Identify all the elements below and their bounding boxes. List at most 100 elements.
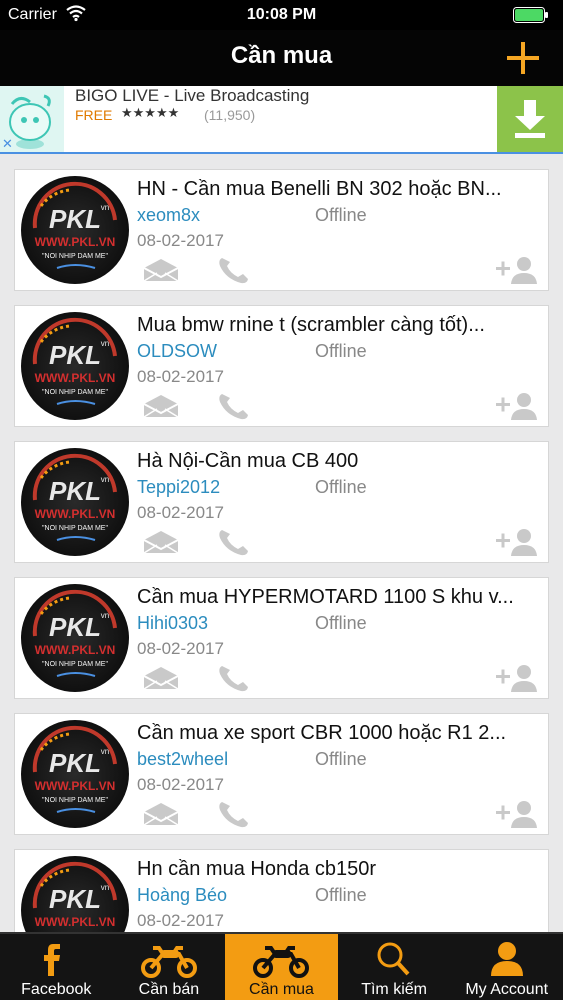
ad-title: BIGO LIVE - Live Broadcasting (75, 86, 310, 105)
post-date: 08-02-2017 (137, 367, 224, 386)
logo-site: WWW.PKL.VN (35, 235, 116, 249)
tab-label: Facebook (21, 981, 92, 998)
pkl-logo-icon: PKL vn WWW.PKL.VN "NOI NHIP DAM ME" (32, 725, 117, 813)
logo-site: WWW.PKL.VN (35, 779, 116, 793)
phone-icon[interactable] (217, 663, 251, 693)
post-date: 08-02-2017 (137, 503, 224, 522)
status-bar: Carrier 10:08 PM (0, 0, 563, 30)
add-friend-icon[interactable] (496, 664, 538, 692)
logo-slogan: "NOI NHIP DAM ME" (42, 661, 108, 668)
logo-site: WWW.PKL.VN (35, 915, 116, 929)
ad-rating-count: (11,950) (204, 107, 256, 123)
post-status: Offline (315, 477, 367, 497)
add-friend-icon[interactable] (496, 528, 538, 556)
tab-facebook[interactable]: Facebook (0, 934, 113, 1000)
avatar: PKL vn WWW.PKL.VN "NOI NHIP DAM ME" (21, 584, 129, 692)
facebook-icon (0, 940, 113, 978)
add-friend-icon[interactable] (496, 800, 538, 828)
page-title: Cần mua (230, 42, 333, 69)
avatar: PKL vn WWW.PKL.VN "NOI NHIP DAM ME" (21, 856, 129, 932)
logo-text: PKL (49, 340, 101, 370)
logo-slogan: "NOI NHIP DAM ME" (42, 525, 108, 532)
ad-rating-stars: ★★★★★ (121, 105, 180, 120)
logo-site: WWW.PKL.VN (35, 643, 116, 657)
pkl-logo-icon: PKL vn WWW.PKL.VN "NOI NHIP DAM ME" (32, 181, 117, 269)
mail-icon[interactable] (143, 530, 179, 554)
account-icon (450, 940, 563, 978)
post-username[interactable]: OLDSOW (137, 341, 217, 362)
ad-download-button[interactable] (497, 86, 563, 152)
search-icon (338, 940, 451, 978)
tab-cần-mua[interactable]: Cần mua (225, 934, 338, 1000)
add-post-button[interactable] (505, 40, 541, 76)
mail-icon[interactable] (143, 394, 179, 418)
post-status: Offline (315, 205, 367, 225)
nav-bar: Cần mua (0, 30, 563, 86)
mail-icon[interactable] (143, 258, 179, 282)
logo-text: PKL (49, 476, 101, 506)
add-friend-icon[interactable] (496, 392, 538, 420)
battery-icon (513, 7, 548, 23)
logo-text: PKL (49, 748, 101, 778)
logo-suffix: vn (101, 611, 109, 620)
logo-slogan: "NOI NHIP DAM ME" (42, 253, 108, 260)
mail-icon[interactable] (143, 666, 179, 690)
pkl-logo-icon: PKL vn WWW.PKL.VN "NOI NHIP DAM ME" (32, 317, 117, 405)
phone-icon[interactable] (217, 391, 251, 421)
post-username[interactable]: best2wheel (137, 749, 228, 770)
list-item[interactable]: PKL vn WWW.PKL.VN "NOI NHIP DAM ME" Hà N… (14, 441, 549, 563)
ad-price: FREE (75, 107, 113, 123)
tab-cần-bán[interactable]: Cần bán (113, 934, 226, 1000)
post-date: 08-02-2017 (137, 911, 224, 930)
post-username[interactable]: Hihi0303 (137, 613, 208, 634)
logo-site: WWW.PKL.VN (35, 371, 116, 385)
logo-text: PKL (49, 884, 101, 914)
post-title: HN - Cần mua Benelli BN 302 hoặc BN... (137, 178, 502, 200)
download-icon (515, 100, 545, 138)
ad-close-button[interactable]: ✕ (2, 136, 13, 152)
logo-suffix: vn (101, 475, 109, 484)
logo-suffix: vn (101, 883, 109, 892)
post-date: 08-02-2017 (137, 775, 224, 794)
ad-banner[interactable]: ✕ BIGO LIVE - Live Broadcasting FREE ★★★… (0, 86, 563, 154)
avatar: PKL vn WWW.PKL.VN "NOI NHIP DAM ME" (21, 448, 129, 556)
logo-slogan: "NOI NHIP DAM ME" (42, 797, 108, 804)
pkl-logo-icon: PKL vn WWW.PKL.VN "NOI NHIP DAM ME" (32, 861, 117, 929)
tab-tìm-kiếm[interactable]: Tìm kiếm (338, 934, 451, 1000)
tab-label: Tìm kiếm (361, 981, 427, 998)
post-title: Hà Nội-Cần mua CB 400 (137, 450, 359, 472)
tab-label: Cần mua (249, 981, 314, 998)
post-title: Hn cần mua Honda cb150r (137, 858, 377, 880)
post-status: Offline (315, 613, 367, 633)
clock: 10:08 PM (246, 6, 317, 23)
post-title: Cần mua HYPERMOTARD 1100 S khu v... (137, 586, 514, 608)
avatar: PKL vn WWW.PKL.VN "NOI NHIP DAM ME" (21, 312, 129, 420)
mail-icon[interactable] (143, 802, 179, 826)
list-item[interactable]: PKL vn WWW.PKL.VN "NOI NHIP DAM ME" Mua … (14, 305, 549, 427)
post-date: 08-02-2017 (137, 639, 224, 658)
logo-suffix: vn (101, 203, 109, 212)
tab-label: Cần bán (138, 981, 200, 998)
logo-slogan: "NOI NHIP DAM ME" (42, 389, 108, 396)
post-status: Offline (315, 341, 367, 361)
list-item[interactable]: PKL vn WWW.PKL.VN "NOI NHIP DAM ME" Cần … (14, 713, 549, 835)
add-friend-icon[interactable] (496, 256, 538, 284)
list-item[interactable]: PKL vn WWW.PKL.VN "NOI NHIP DAM ME" Cần … (14, 577, 549, 699)
post-username[interactable]: Hoàng Béo (137, 885, 227, 906)
list-item[interactable]: PKL vn WWW.PKL.VN "NOI NHIP DAM ME" HN -… (14, 169, 549, 291)
post-username[interactable]: Teppi2012 (137, 477, 220, 498)
phone-icon[interactable] (217, 527, 251, 557)
tab-my-account[interactable]: My Account (450, 934, 563, 1000)
post-username[interactable]: xeom8x (137, 205, 200, 226)
list-item[interactable]: PKL vn WWW.PKL.VN "NOI NHIP DAM ME" Hn c… (14, 849, 549, 932)
tab-label: My Account (465, 981, 549, 998)
avatar: PKL vn WWW.PKL.VN "NOI NHIP DAM ME" (21, 176, 129, 284)
post-list[interactable]: PKL vn WWW.PKL.VN "NOI NHIP DAM ME" HN -… (0, 154, 563, 932)
phone-icon[interactable] (217, 255, 251, 285)
post-title: Mua bmw rnine t (scrambler càng tốt)... (137, 314, 485, 336)
motorbike-icon (113, 940, 226, 978)
phone-icon[interactable] (217, 799, 251, 829)
post-title: Cần mua xe sport CBR 1000 hoặc R1 2... (137, 722, 507, 744)
logo-text: PKL (49, 204, 101, 234)
tab-bar: Facebook Cần bán Cần mua Tìm kiếm My Account (0, 932, 563, 1000)
